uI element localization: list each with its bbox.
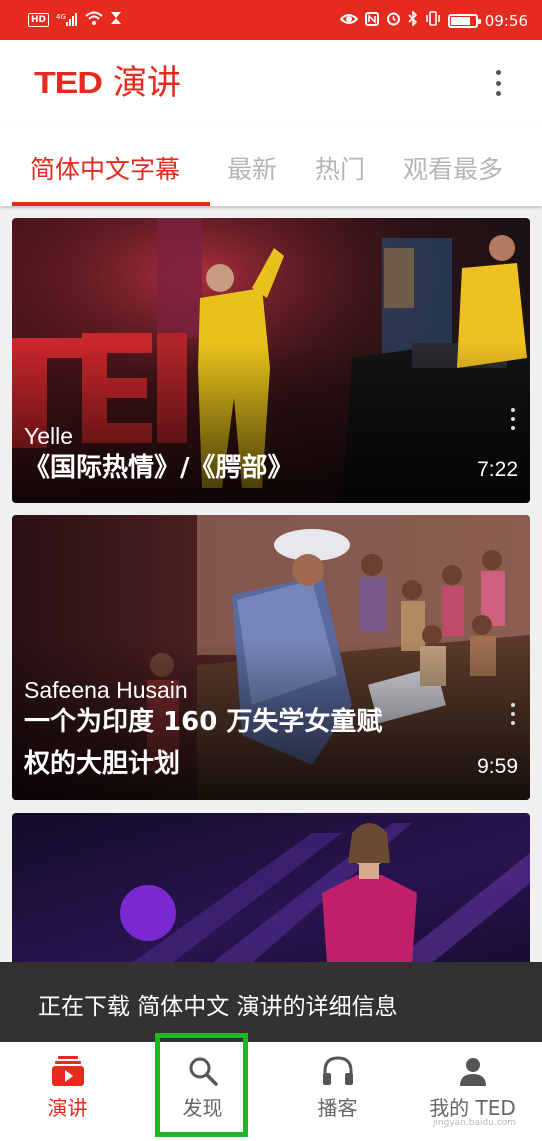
nav-talks[interactable]: 演讲: [0, 1042, 135, 1141]
tab-bar: 简体中文字幕 最新 热门 观看最多: [0, 128, 542, 206]
nav-podcasts[interactable]: 播客: [270, 1042, 405, 1141]
talk-speaker: Yelle: [24, 423, 74, 449]
talk-speaker: Safeena Husain: [24, 677, 188, 703]
status-bar: HD 4G 09:56: [0, 0, 542, 40]
talk-duration: 9:59: [477, 755, 518, 778]
app-title: 演讲: [113, 63, 181, 103]
headphones-icon: [322, 1056, 354, 1090]
hd-icon: HD: [28, 13, 50, 27]
eye-icon: [339, 12, 359, 30]
svg-text:4G: 4G: [56, 13, 66, 21]
snackbar: 正在下载 简体中文 演讲的详细信息: [0, 962, 542, 1042]
talk-thumbnail: [12, 813, 530, 963]
battery-icon: [447, 13, 481, 28]
snackbar-message: 正在下载 简体中文 演讲的详细信息: [38, 994, 398, 1020]
app-bar: TED 演讲: [0, 40, 542, 128]
tab-latest[interactable]: 最新: [227, 150, 277, 186]
wifi-icon: [85, 11, 103, 29]
nfc-icon: [364, 11, 379, 30]
more-options-icon[interactable]: [510, 408, 516, 430]
vibrate-icon: [425, 11, 441, 30]
signal-4g-icon: 4G: [56, 12, 78, 29]
talk-card-1[interactable]: Yelle 《国际热情》/《腭部》 7:22: [12, 218, 530, 503]
talk-card-2[interactable]: Safeena Husain 一个为印度 160 万失学女童赋权的大胆计划 9:…: [12, 515, 530, 800]
tab-indicator: [12, 202, 210, 206]
more-options-icon[interactable]: [510, 703, 516, 725]
nav-label: 演讲: [47, 1096, 88, 1120]
talk-card-3[interactable]: [12, 813, 530, 963]
bluetooth-icon: [408, 10, 418, 30]
more-vert-icon[interactable]: [492, 70, 504, 96]
logo-ted-text: TED: [34, 65, 103, 100]
talk-title: 一个为印度 160 万失学女童赋权的大胆计划: [24, 707, 383, 779]
tab-popular[interactable]: 热门: [315, 150, 365, 186]
nav-label: 我的 TED: [429, 1096, 516, 1120]
discover-highlight-box: [155, 1033, 248, 1137]
tab-most-viewed[interactable]: 观看最多: [403, 150, 503, 186]
alarm-icon: [386, 11, 401, 30]
ted-logo: TED 演讲: [34, 64, 181, 102]
tab-chinese-subtitles[interactable]: 简体中文字幕: [30, 150, 180, 186]
status-time: 09:56: [484, 11, 528, 30]
talk-duration: 7:22: [477, 458, 518, 481]
watermark: jingyan.baidu.com: [432, 1118, 516, 1128]
talk-title: 《国际热情》/《腭部》: [24, 453, 294, 483]
talks-icon: [51, 1056, 84, 1090]
nav-label: 播客: [317, 1096, 358, 1120]
profile-icon: [458, 1056, 488, 1090]
hourglass-icon: [110, 11, 122, 29]
